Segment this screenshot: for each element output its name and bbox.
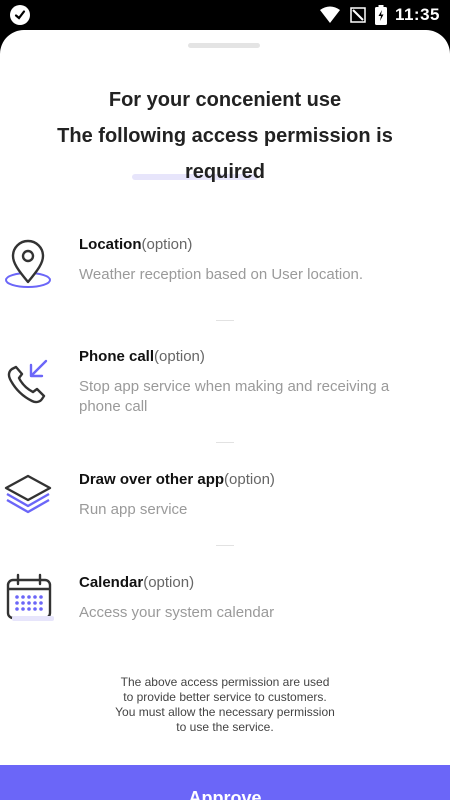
location-pin-icon: [4, 238, 54, 290]
status-time: 11:35: [394, 5, 440, 24]
permission-description: Weather reception based on User location…: [79, 266, 364, 283]
calendar-icon: [4, 573, 54, 625]
permission-option: (option): [154, 348, 205, 365]
title-line: For your concenient use: [108, 89, 342, 111]
permission-dialog: For your concenient use The following ac…: [0, 30, 450, 800]
title-line: required: [184, 161, 266, 183]
status-bar: 11:35: [0, 0, 450, 30]
title-line: The following access permission is: [57, 125, 393, 147]
app-check-icon: [10, 5, 30, 25]
battery-charging-icon: [374, 5, 387, 25]
status-icons: 11:35: [319, 5, 440, 25]
no-signal-icon: [350, 7, 366, 23]
layers-icon: [4, 470, 54, 522]
approve-button[interactable]: Approve: [0, 765, 450, 800]
footer-line: to use the service.: [176, 720, 274, 734]
footer-line: You must allow the necessary permission: [115, 705, 335, 719]
permission-option: (option): [143, 574, 195, 591]
permission-name: Phone call: [79, 348, 155, 365]
separator: [216, 545, 234, 546]
wifi-icon: [319, 6, 340, 23]
phone-call-icon: [4, 357, 54, 409]
permission-description: Run app service: [79, 501, 188, 518]
dialog-title: For your concenient use The following ac…: [0, 82, 450, 190]
footer-note: The above access permission are used to …: [0, 675, 450, 735]
permission-option: (option): [141, 236, 193, 253]
permission-description: Access your system calendar: [79, 604, 275, 621]
permission-name: Calendar: [79, 574, 144, 591]
permission-name: Location: [79, 236, 142, 253]
approve-label: Approve: [188, 788, 262, 800]
permission-name: Draw over other app: [79, 471, 225, 488]
drag-handle[interactable]: [188, 43, 260, 48]
permission-option: (option): [224, 471, 275, 488]
footer-line: The above access permission are used: [120, 675, 330, 689]
separator: [216, 442, 234, 443]
permission-description: Stop app service when making and receivi…: [79, 378, 390, 415]
separator: [216, 320, 234, 321]
footer-line: to provide better service to customers.: [123, 690, 327, 704]
